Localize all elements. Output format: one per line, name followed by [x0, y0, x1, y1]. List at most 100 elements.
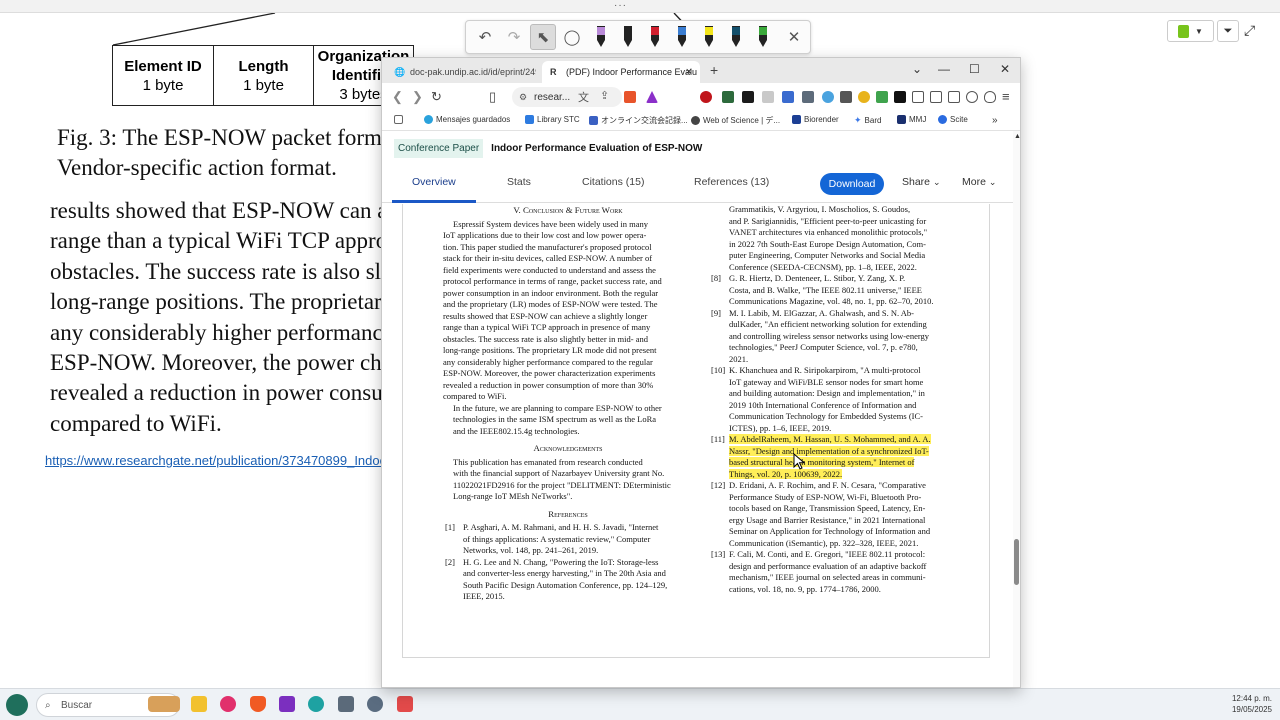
share-button[interactable]: Share ⌄: [902, 176, 941, 188]
undo-icon[interactable]: ↶: [472, 24, 498, 50]
library-icon: [525, 115, 534, 124]
close-toolbar-icon[interactable]: ✕: [781, 24, 807, 50]
highlighter-yellow-icon[interactable]: [696, 23, 722, 51]
pen-purple-icon[interactable]: [588, 23, 614, 51]
reload-icon[interactable]: ↻: [431, 89, 442, 105]
extension-lightblue-icon[interactable]: [822, 91, 834, 103]
reference-text: P. Asghari, A. M. Rahmani, and H. H. S. …: [463, 522, 659, 555]
close-tab-icon[interactable]: ×: [686, 66, 692, 78]
extension-dark-icon[interactable]: [742, 91, 754, 103]
close-window-icon[interactable]: ✕: [1000, 62, 1010, 76]
sidebar-icon[interactable]: [930, 91, 942, 103]
tab-citations[interactable]: Citations (15): [582, 176, 644, 188]
extension-yellow-icon[interactable]: [858, 91, 870, 103]
pen-red-icon[interactable]: [642, 23, 668, 51]
reference-item: [13] F. Cali, M. Conti, and E. Gregori, "…: [709, 549, 959, 595]
pen-teal-icon[interactable]: [723, 23, 749, 51]
camera-icon[interactable]: [338, 696, 354, 712]
back-icon[interactable]: ❮: [392, 89, 403, 105]
start-icon[interactable]: [6, 694, 28, 716]
pdf-left-column: V. Conclusion & Future Work Espressif Sy…: [443, 204, 693, 603]
arduino-icon[interactable]: [308, 696, 324, 712]
reference-text: D. Eridani, A. F. Rochim, and F. N. Cesa…: [729, 480, 931, 548]
extension-k-icon[interactable]: [894, 91, 906, 103]
brave-browser-icon[interactable]: [250, 696, 266, 712]
reference-number: [10]: [711, 365, 726, 375]
lasso-icon[interactable]: ◯: [559, 24, 585, 50]
reference-text: M. AbdelRaheem, M. Hassan, U. S. Mohamme…: [729, 434, 931, 479]
pen-green-icon[interactable]: [750, 23, 776, 51]
more-button[interactable]: More ⌄: [962, 176, 996, 188]
tab-stats[interactable]: Stats: [507, 176, 531, 188]
page-scrollbar[interactable]: [1013, 131, 1020, 687]
bookmark-telegram[interactable]: Mensajes guardados: [424, 115, 510, 124]
pen-black-icon[interactable]: [615, 23, 641, 51]
url-text: resear...: [534, 91, 571, 103]
scroll-up-icon[interactable]: ▲: [1014, 133, 1020, 140]
apps-icon[interactable]: [394, 115, 403, 124]
extension-green-icon[interactable]: [722, 91, 734, 103]
wallet-icon[interactable]: [948, 91, 960, 103]
extension-slate-icon[interactable]: [802, 91, 814, 103]
translate-icon[interactable]: 文: [578, 89, 589, 105]
pdf-preview[interactable]: V. Conclusion & Future Work Espressif Sy…: [402, 204, 990, 658]
more-bookmarks-icon[interactable]: »: [992, 115, 998, 126]
more-dots-icon[interactable]: ···: [614, 0, 627, 11]
extension-icon[interactable]: [840, 91, 852, 103]
tab-undip[interactable]: 🌐 doc-pak.undip.ac.id/id/eprint/2499: [386, 61, 536, 83]
bookmark-icon[interactable]: ▯: [489, 89, 496, 105]
reference-text: G. R. Hiertz, D. Denteneer, L. Stibor, Y…: [729, 273, 934, 306]
acknowledgements-text: This publication has emanated from resea…: [453, 456, 671, 502]
select-pointer-icon[interactable]: ⬉: [530, 24, 556, 50]
tab-list-icon[interactable]: ⌄: [912, 62, 922, 76]
expand-icon[interactable]: ⤢: [1244, 22, 1255, 39]
conclusion-paragraph: Espressif System devices have been widel…: [443, 218, 662, 402]
bookmark-online[interactable]: オンライン交流会記録...: [589, 115, 688, 126]
file-explorer-icon[interactable]: [191, 696, 207, 712]
marker-color-dropdown[interactable]: ▼: [1167, 20, 1214, 42]
doc-icon: [589, 116, 598, 125]
extension-red-icon[interactable]: [700, 91, 712, 103]
download-button[interactable]: Download: [820, 173, 884, 195]
pen-blue-icon[interactable]: [669, 23, 695, 51]
scrollbar-thumb[interactable]: [1014, 539, 1019, 585]
onenote-icon[interactable]: [279, 696, 295, 712]
brave-rewards-icon[interactable]: [646, 91, 658, 103]
bookmark-library[interactable]: Library STC: [525, 115, 580, 124]
redo-icon[interactable]: ↷: [501, 24, 527, 50]
bookmark-scite[interactable]: Scite: [938, 115, 968, 124]
bookmark-mmj[interactable]: MMJ: [897, 115, 926, 124]
vpn-icon[interactable]: [984, 91, 996, 103]
search-placeholder: Buscar: [61, 699, 93, 711]
bookmark-biorender[interactable]: Biorender: [792, 115, 839, 124]
biorender-icon: [792, 115, 801, 124]
reference-number: [9]: [711, 307, 721, 318]
download-extension-icon[interactable]: [876, 91, 888, 103]
menu-icon[interactable]: ≡: [1002, 89, 1010, 104]
news-widget-icon[interactable]: [148, 696, 180, 712]
share-icon[interactable]: ⇪: [600, 89, 609, 102]
minimize-icon[interactable]: —: [938, 62, 950, 76]
system-clock[interactable]: 12:44 p. m. 19/05/2025: [1208, 693, 1272, 715]
leo-icon[interactable]: [966, 91, 978, 103]
puzzle-icon[interactable]: [912, 91, 924, 103]
forward-icon[interactable]: ❯: [412, 89, 423, 105]
media-player-icon[interactable]: [220, 696, 236, 712]
snipping-tool-icon[interactable]: [397, 696, 413, 712]
tab-label: (PDF) Indoor Performance Evalu: [566, 67, 698, 77]
tab-overview[interactable]: Overview: [412, 176, 456, 188]
extension-blue-icon[interactable]: [782, 91, 794, 103]
settings-icon[interactable]: [367, 696, 383, 712]
filter-icon[interactable]: ⏷: [1217, 20, 1239, 42]
extension-gray-icon[interactable]: [762, 91, 774, 103]
maximize-icon[interactable]: ☐: [969, 62, 980, 76]
tab-references[interactable]: References (13): [694, 176, 769, 188]
bookmark-wos[interactable]: Web of Science | デ...: [691, 115, 780, 126]
bookmark-bard[interactable]: ✦ Bard: [854, 115, 881, 126]
telegram-icon: [424, 115, 433, 124]
new-tab-icon[interactable]: +: [710, 62, 718, 78]
tab-researchgate[interactable]: R (PDF) Indoor Performance Evalu ×: [542, 61, 700, 83]
reference-text: K. Khanchuea and R. Siripokarpirom, "A m…: [729, 365, 925, 433]
brave-shield-icon[interactable]: [624, 91, 636, 103]
mouse-pointer-icon: [793, 453, 806, 470]
